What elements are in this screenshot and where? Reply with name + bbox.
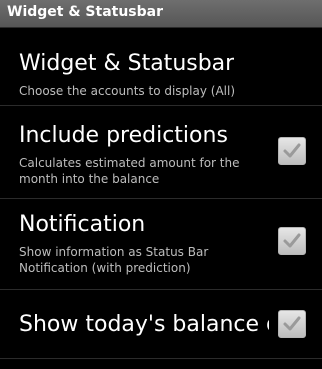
title-bar: Widget & Statusbar [0,0,322,28]
pref-title: Include predictions [19,123,228,148]
settings-screen: Widget & Statusbar Widget & Statusbar Ch… [0,0,322,369]
window-title: Widget & Statusbar [7,4,164,20]
checkmark-icon [283,316,301,331]
pref-title: Show today's balance on [19,312,269,337]
pref-include-predictions[interactable]: Include predictions Calculates estimated… [0,106,322,199]
pref-summary: Show information as Status Bar Notificat… [19,245,209,275]
pref-show-todays-balance[interactable]: Show today's balance on [0,290,322,359]
pref-notification[interactable]: Notification Show information as Status … [0,199,322,290]
notification-checkbox[interactable] [278,227,306,255]
pref-widget-statusbar[interactable]: Widget & Statusbar Choose the accounts t… [0,28,322,106]
include-predictions-checkbox[interactable] [278,137,306,165]
checkmark-icon [283,233,301,248]
pref-summary: Choose the accounts to display (All) [19,84,236,98]
show-todays-balance-checkbox[interactable] [278,310,306,338]
pref-summary: Calculates estimated amount for the mont… [19,156,240,186]
pref-title: Widget & Statusbar [19,51,235,76]
pref-title: Notification [19,212,146,237]
checkmark-icon [283,143,301,158]
